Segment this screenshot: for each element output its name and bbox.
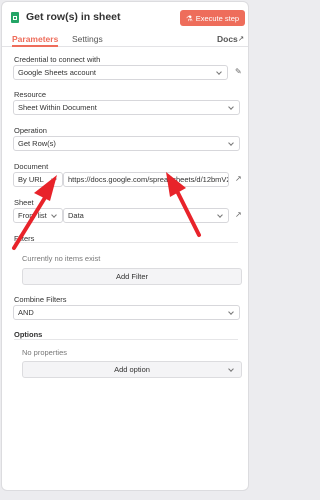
- document-url-input[interactable]: https://docs.google.com/spreadsheets/d/1…: [63, 172, 229, 187]
- operation-value: Get Row(s): [18, 139, 56, 148]
- chevron-down-icon: [51, 212, 57, 218]
- sheet-select[interactable]: Data: [63, 208, 229, 223]
- pencil-icon[interactable]: ✎: [235, 67, 242, 76]
- chevron-down-icon: [51, 176, 57, 182]
- combine-filters-value: AND: [18, 308, 34, 317]
- document-mode-select[interactable]: By URL: [13, 172, 63, 187]
- sheet-mode-select[interactable]: From list: [13, 208, 63, 223]
- resource-label: Resource: [14, 90, 47, 99]
- google-sheets-icon: [11, 12, 19, 23]
- options-empty-text: No properties: [22, 348, 68, 357]
- operation-select[interactable]: Get Row(s): [13, 136, 240, 151]
- docs-link[interactable]: Docs: [217, 34, 238, 44]
- chevron-down-icon: [228, 309, 234, 315]
- add-option-label: Add option: [114, 365, 150, 374]
- document-mode-value: By URL: [18, 175, 44, 184]
- execute-step-label: Execute step: [195, 13, 240, 23]
- options-label: Options: [14, 330, 43, 339]
- flask-icon: ⚗: [185, 13, 193, 23]
- filters-divider: [14, 242, 238, 243]
- node-title: Get row(s) in sheet: [26, 11, 121, 23]
- credential-label: Credential to connect with: [14, 55, 101, 64]
- execute-step-button[interactable]: ⚗ Execute step: [180, 10, 245, 26]
- filters-empty-text: Currently no items exist: [22, 254, 101, 263]
- sheet-value: Data: [68, 211, 84, 220]
- chevron-down-icon: [228, 104, 234, 110]
- document-url-value: https://docs.google.com/spreadsheets/d/1…: [68, 175, 229, 184]
- sheet-label: Sheet: [14, 198, 34, 207]
- chevron-down-icon: [217, 212, 223, 218]
- chevron-down-icon: [228, 366, 234, 372]
- open-external-icon[interactable]: ↗: [235, 174, 242, 183]
- combine-filters-select[interactable]: AND: [13, 305, 240, 320]
- resource-value: Sheet Within Document: [18, 103, 97, 112]
- operation-label: Operation: [14, 126, 47, 135]
- combine-filters-label: Combine Filters: [14, 295, 67, 304]
- external-link-icon: ↗: [238, 34, 245, 43]
- credential-select[interactable]: Google Sheets account: [13, 65, 228, 80]
- node-panel: Get row(s) in sheet ⚗ Execute step Param…: [1, 1, 249, 491]
- panel-header: Get row(s) in sheet ⚗ Execute step: [2, 2, 248, 32]
- tab-parameters[interactable]: Parameters: [12, 34, 59, 47]
- credential-value: Google Sheets account: [18, 68, 96, 77]
- options-divider: [14, 339, 238, 340]
- chevron-down-icon: [228, 140, 234, 146]
- resource-select[interactable]: Sheet Within Document: [13, 100, 240, 115]
- document-label: Document: [14, 162, 49, 171]
- open-external-icon[interactable]: ↗: [235, 210, 242, 219]
- chevron-down-icon: [216, 69, 222, 75]
- panel-tabs: Parameters Settings Docs ↗: [2, 32, 248, 47]
- sheet-mode-value: From list: [18, 211, 47, 220]
- add-option-button[interactable]: Add option: [22, 361, 242, 378]
- tab-settings[interactable]: Settings: [72, 34, 103, 44]
- add-filter-button[interactable]: Add Filter: [22, 268, 242, 285]
